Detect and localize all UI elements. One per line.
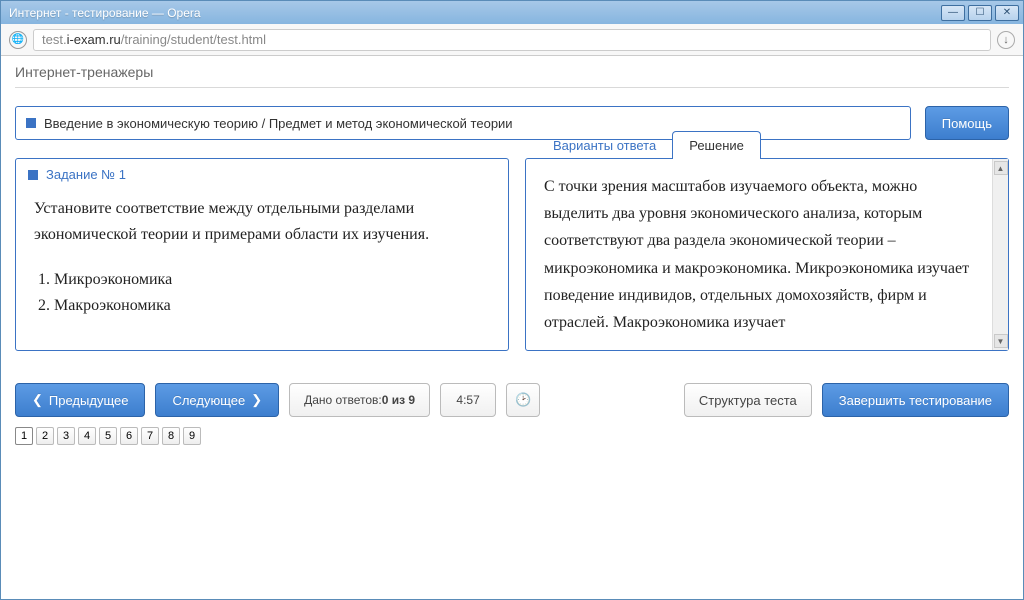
tab-solution[interactable]: Решение (672, 131, 761, 159)
url-path: /training/student/test.html (121, 32, 266, 47)
task-panel: Задание № 1 Установите соответствие межд… (15, 158, 509, 351)
page-button[interactable]: 2 (36, 427, 54, 445)
topic-row: Введение в экономическую теорию / Предме… (15, 106, 1009, 140)
page-button[interactable]: 4 (78, 427, 96, 445)
titlebar: Интернет - тестирование — Opera — ☐ ✕ (1, 1, 1023, 24)
close-button[interactable]: ✕ (995, 5, 1019, 21)
topic-card: Введение в экономическую теорию / Предме… (15, 106, 911, 140)
task-label: Задание № 1 (46, 167, 126, 182)
task-item: Макроэкономика (54, 293, 490, 319)
counter-label: Дано ответов: (304, 393, 382, 407)
solution-panel: Варианты ответа Решение С точки зрения м… (525, 158, 1009, 351)
tab-answers-label: Варианты ответа (553, 138, 656, 153)
chevron-right-icon: ❯ (251, 392, 262, 408)
topic-bullet-icon (26, 118, 36, 128)
task-item-list: Микроэкономика Макроэкономика (54, 267, 490, 320)
finish-label: Завершить тестирование (839, 393, 992, 408)
download-icon[interactable]: ↓ (997, 31, 1015, 49)
page-button[interactable]: 7 (141, 427, 159, 445)
prev-label: Предыдущее (49, 393, 129, 408)
page-button[interactable]: 1 (15, 427, 33, 445)
timer-toggle-button[interactable]: 🕑 (506, 383, 540, 417)
task-prompt: Установите соответствие между отдельными… (34, 196, 490, 249)
task-bullet-icon (28, 170, 38, 180)
scrollbar[interactable]: ▲ ▼ (992, 159, 1008, 350)
topic-text: Введение в экономическую теорию / Предме… (44, 116, 513, 131)
next-label: Следующее (172, 393, 245, 408)
chevron-left-icon: ❮ (32, 392, 43, 408)
address-bar: 🌐 test.i-exam.ru/training/student/test.h… (1, 24, 1023, 56)
minimize-button[interactable]: — (941, 5, 965, 21)
help-button[interactable]: Помощь (925, 106, 1009, 140)
content-area: Интернет-тренажеры Введение в экономичес… (1, 56, 1023, 599)
nav-row: ❮ Предыдущее Следующее ❯ Дано ответов: 0… (15, 383, 1009, 417)
answer-counter: Дано ответов: 0 из 9 (289, 383, 430, 417)
counter-value: 0 из 9 (382, 393, 415, 407)
page-button[interactable]: 5 (99, 427, 117, 445)
help-label: Помощь (942, 116, 992, 131)
maximize-button[interactable]: ☐ (968, 5, 992, 21)
solution-body-wrap: С точки зрения масштабов изучаемого объе… (526, 159, 1008, 350)
url-prefix: test. (42, 32, 67, 47)
scroll-down-icon[interactable]: ▼ (994, 334, 1008, 348)
structure-label: Структура теста (699, 393, 797, 408)
scroll-up-icon[interactable]: ▲ (994, 161, 1008, 175)
structure-button[interactable]: Структура теста (684, 383, 812, 417)
task-body: Установите соответствие между отдельными… (16, 190, 508, 350)
page-button[interactable]: 8 (162, 427, 180, 445)
finish-button[interactable]: Завершить тестирование (822, 383, 1009, 417)
main-row: Задание № 1 Установите соответствие межд… (15, 158, 1009, 351)
clock-icon: 🕑 (515, 392, 531, 408)
tab-bar: Варианты ответа Решение (536, 131, 760, 159)
task-header: Задание № 1 (16, 159, 508, 190)
tab-solution-label: Решение (689, 138, 744, 153)
url-host: i-exam.ru (67, 32, 121, 47)
timer-display: 4:57 (440, 383, 496, 417)
solution-text: С точки зрения масштабов изучаемого объе… (526, 159, 992, 350)
window-title: Интернет - тестирование — Opera (9, 6, 938, 20)
tab-answers[interactable]: Варианты ответа (536, 131, 673, 159)
site-icon: 🌐 (9, 31, 27, 49)
url-field[interactable]: test.i-exam.ru/training/student/test.htm… (33, 29, 991, 51)
pager: 1 2 3 4 5 6 7 8 9 (15, 427, 1009, 445)
task-item: Микроэкономика (54, 267, 490, 293)
browser-window: Интернет - тестирование — Opera — ☐ ✕ 🌐 … (0, 0, 1024, 600)
page-button[interactable]: 6 (120, 427, 138, 445)
page-button[interactable]: 9 (183, 427, 201, 445)
prev-button[interactable]: ❮ Предыдущее (15, 383, 145, 417)
timer-value: 4:57 (456, 393, 479, 407)
page-title: Интернет-тренажеры (15, 56, 1009, 88)
page-button[interactable]: 3 (57, 427, 75, 445)
next-button[interactable]: Следующее ❯ (155, 383, 279, 417)
